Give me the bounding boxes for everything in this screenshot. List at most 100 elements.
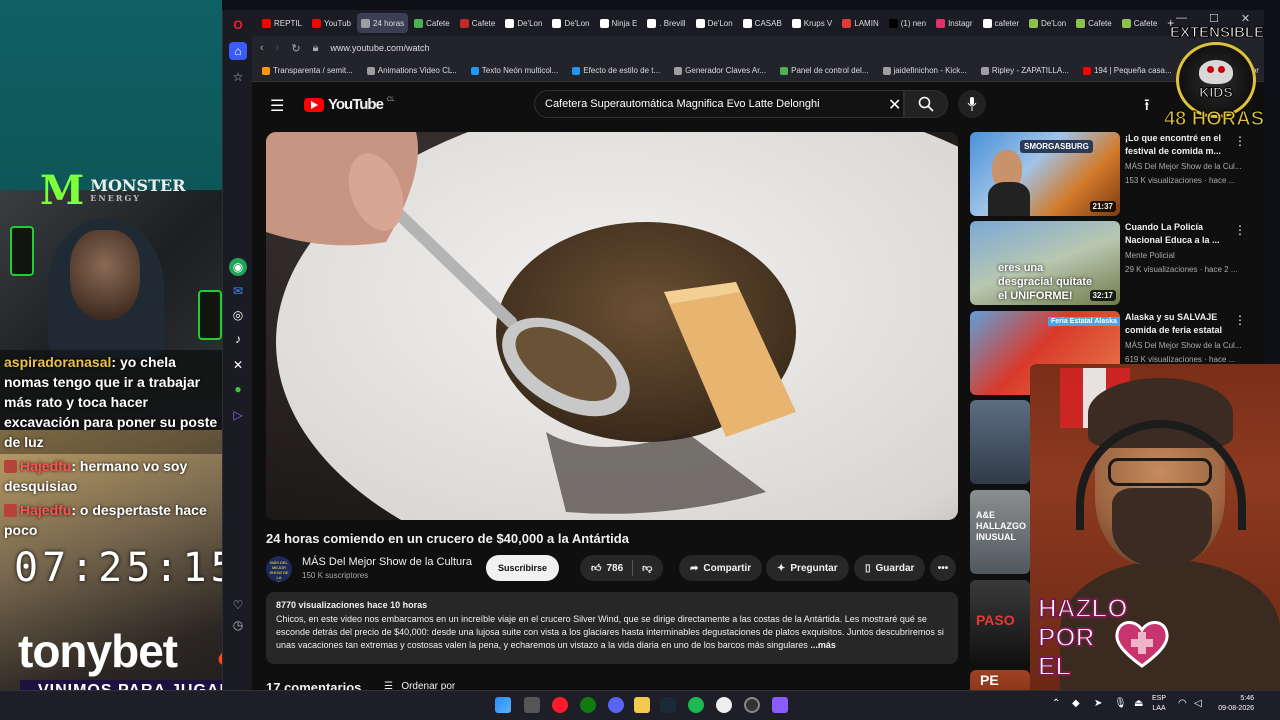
recommended-video[interactable]: eres una desgracia! quítate el UNIFORME!… — [968, 221, 1258, 305]
save-button[interactable]: ▯ Guardar — [854, 555, 926, 581]
xbox-icon[interactable] — [580, 697, 596, 713]
folder-icon[interactable] — [634, 697, 650, 713]
home-icon[interactable]: ⌂ — [229, 42, 247, 60]
streamlabs-icon[interactable] — [772, 697, 788, 713]
browser-tab[interactable]: De'Lon — [548, 13, 593, 33]
tray-chevron-icon[interactable]: ⌃ — [1052, 698, 1060, 709]
browser-tab[interactable]: De'Lon — [1025, 13, 1070, 33]
share-button[interactable]: ➦ Compartir — [679, 555, 763, 581]
browser-tab[interactable]: De'Lon — [501, 13, 546, 33]
spotify-icon[interactable] — [688, 697, 704, 713]
opera-taskbar-icon[interactable] — [552, 697, 568, 713]
obs-icon[interactable] — [744, 697, 760, 713]
aria-icon[interactable]: ▷ — [229, 406, 247, 424]
more-actions-button[interactable]: ••• — [930, 555, 956, 581]
task-view-icon[interactable] — [524, 697, 540, 713]
ask-button[interactable]: ✦ Preguntar — [766, 555, 849, 581]
upload-icon[interactable]: ⭱ — [1144, 94, 1150, 121]
browser-tab[interactable]: REPTIL — [258, 13, 306, 33]
browser-tab[interactable]: YouTub — [308, 13, 355, 33]
bookmark-item[interactable]: Ripley - ZAPATILLA... — [980, 66, 1069, 75]
search-input[interactable]: Cafetera Superautomática Magnifica Evo L… — [534, 90, 904, 118]
video-thumbnail[interactable]: PE — [970, 670, 1030, 690]
browser-tab[interactable]: Instagr — [932, 13, 976, 33]
bookmark-item[interactable]: Transparenta / semit... — [262, 66, 353, 75]
youtube-logo[interactable]: YouTube CL — [304, 96, 395, 113]
heart-icon[interactable]: ♡ — [229, 596, 247, 614]
description-box[interactable]: 8770 visualizaciones hace 10 horas Chico… — [266, 592, 958, 664]
whatsapp-icon[interactable]: ◉ — [229, 258, 247, 276]
recommended-title[interactable]: Cuando La Policía Nacional Educa a la ..… — [1125, 221, 1235, 247]
browser-tab[interactable]: Cafete — [410, 13, 454, 33]
start-icon[interactable] — [495, 697, 511, 713]
recommended-channel[interactable]: Mente Policial — [1125, 251, 1175, 260]
recommended-title[interactable]: Alaska y su SALVAJE comida de feria esta… — [1125, 311, 1235, 337]
browser-tab[interactable]: CASAB — [739, 13, 786, 33]
channel-avatar[interactable]: MÁS DEL MEJOR SHOW DE LA CULTURA — [266, 556, 292, 582]
browser-tab[interactable]: (1) nen — [885, 13, 930, 33]
back-icon[interactable]: ‹ — [260, 42, 264, 54]
bookmark-item[interactable]: 194 | Pequeña casa... — [1082, 66, 1172, 75]
browser-tab[interactable]: Cafete — [456, 13, 500, 33]
system-clock[interactable]: 5:46 09-08-2026 — [1214, 694, 1254, 714]
whatsapp-alt-icon[interactable]: ◎ — [229, 306, 247, 324]
recommended-channel[interactable]: MÁS Del Mejor Show de la Cul... — [1125, 162, 1242, 171]
input-language[interactable]: ESP LAA — [1152, 694, 1166, 714]
bookmark-item[interactable]: Efecto de estilo de t... — [572, 66, 660, 75]
x-twitter-icon[interactable]: ✕ — [229, 356, 247, 374]
recommended-title[interactable]: ¡Lo que encontré en el festival de comid… — [1125, 132, 1235, 158]
reload-icon[interactable]: ↻ — [291, 42, 300, 55]
browser-tab[interactable]: Ninja E — [596, 13, 642, 33]
thumbs-down-icon[interactable]: 👎︎ — [642, 562, 652, 574]
channel-name[interactable]: MÁS Del Mejor Show de la Cultura — [302, 556, 472, 568]
browser-tab[interactable]: Cafete — [1118, 13, 1162, 33]
steam-icon[interactable] — [660, 697, 676, 713]
tray-telegram-icon[interactable]: ➤ — [1094, 698, 1102, 709]
browser-tab[interactable]: Cafete — [1072, 13, 1116, 33]
video-thumbnail[interactable]: A&E HALLAZGO INUSUAL — [970, 490, 1030, 574]
tiktok-icon[interactable]: ♪ — [229, 330, 247, 348]
video-options-icon[interactable]: ⋮ — [1234, 223, 1246, 237]
star-icon[interactable]: ☆ — [229, 68, 247, 86]
browser-tab[interactable]: . Brevill — [643, 13, 689, 33]
subscribe-button[interactable]: Suscribirse — [486, 555, 560, 581]
browser-tab[interactable]: Krups V — [788, 13, 836, 33]
video-thumbnail[interactable]: SMORGASBURG 21:37 — [970, 132, 1120, 216]
tray-mic-icon[interactable]: 🎙︎ — [1114, 698, 1127, 709]
recommended-video[interactable]: SMORGASBURG 21:37 ¡Lo que encontré en el… — [968, 132, 1258, 216]
browser-tab[interactable]: cafeter — [979, 13, 1023, 33]
browser-tab[interactable]: De'Lon — [692, 13, 737, 33]
forward-icon[interactable]: › — [276, 42, 280, 54]
volume-icon[interactable]: ◁ — [1194, 698, 1202, 709]
opera-logo-icon[interactable]: O — [229, 16, 247, 34]
show-more-link[interactable]: ...más — [810, 640, 836, 650]
video-thumbnail[interactable]: eres una desgracia! quítate el UNIFORME!… — [970, 221, 1120, 305]
bookmark-item[interactable]: Animations Video CL.. — [366, 66, 457, 75]
wifi-icon[interactable]: ◠ — [1178, 698, 1187, 709]
video-player[interactable] — [266, 132, 958, 520]
url-field[interactable]: www.youtube.com/watch — [330, 43, 429, 53]
search-button[interactable] — [904, 90, 948, 118]
tray-app-icon[interactable]: ◆ — [1072, 698, 1080, 709]
browser-tab[interactable]: 24 horas — [357, 13, 409, 33]
messenger-icon[interactable]: ✉ — [229, 282, 247, 300]
bookmark-item[interactable]: Generador Claves Ar... — [674, 66, 766, 75]
bookmark-item[interactable]: Texto Neón multicol... — [470, 66, 558, 75]
video-thumbnail[interactable] — [970, 400, 1030, 484]
video-thumbnail[interactable]: PASO — [970, 580, 1030, 664]
app-icon[interactable] — [716, 697, 732, 713]
status-dot-icon[interactable]: ● — [229, 380, 247, 398]
video-options-icon[interactable]: ⋮ — [1234, 134, 1246, 148]
sort-comments-button[interactable]: ☰ Ordenar por — [384, 681, 455, 690]
recommended-channel[interactable]: MÁS Del Mejor Show de la Cul... — [1125, 341, 1242, 350]
bookmark-item[interactable]: jaidefinichon - Kick... — [882, 66, 967, 75]
video-options-icon[interactable]: ⋮ — [1234, 313, 1246, 327]
history-icon[interactable]: ◷ — [229, 616, 247, 634]
bookmark-item[interactable]: Panel de control del... — [780, 66, 869, 75]
like-button[interactable]: 👍︎ 786 👎︎ — [580, 555, 664, 581]
browser-tab[interactable]: LAMIN — [838, 13, 882, 33]
voice-search-button[interactable] — [958, 90, 986, 118]
tray-usb-icon[interactable]: ⏏ — [1134, 698, 1143, 709]
discord-icon[interactable] — [608, 697, 624, 713]
clear-search-icon[interactable]: ✕ — [888, 95, 901, 115]
